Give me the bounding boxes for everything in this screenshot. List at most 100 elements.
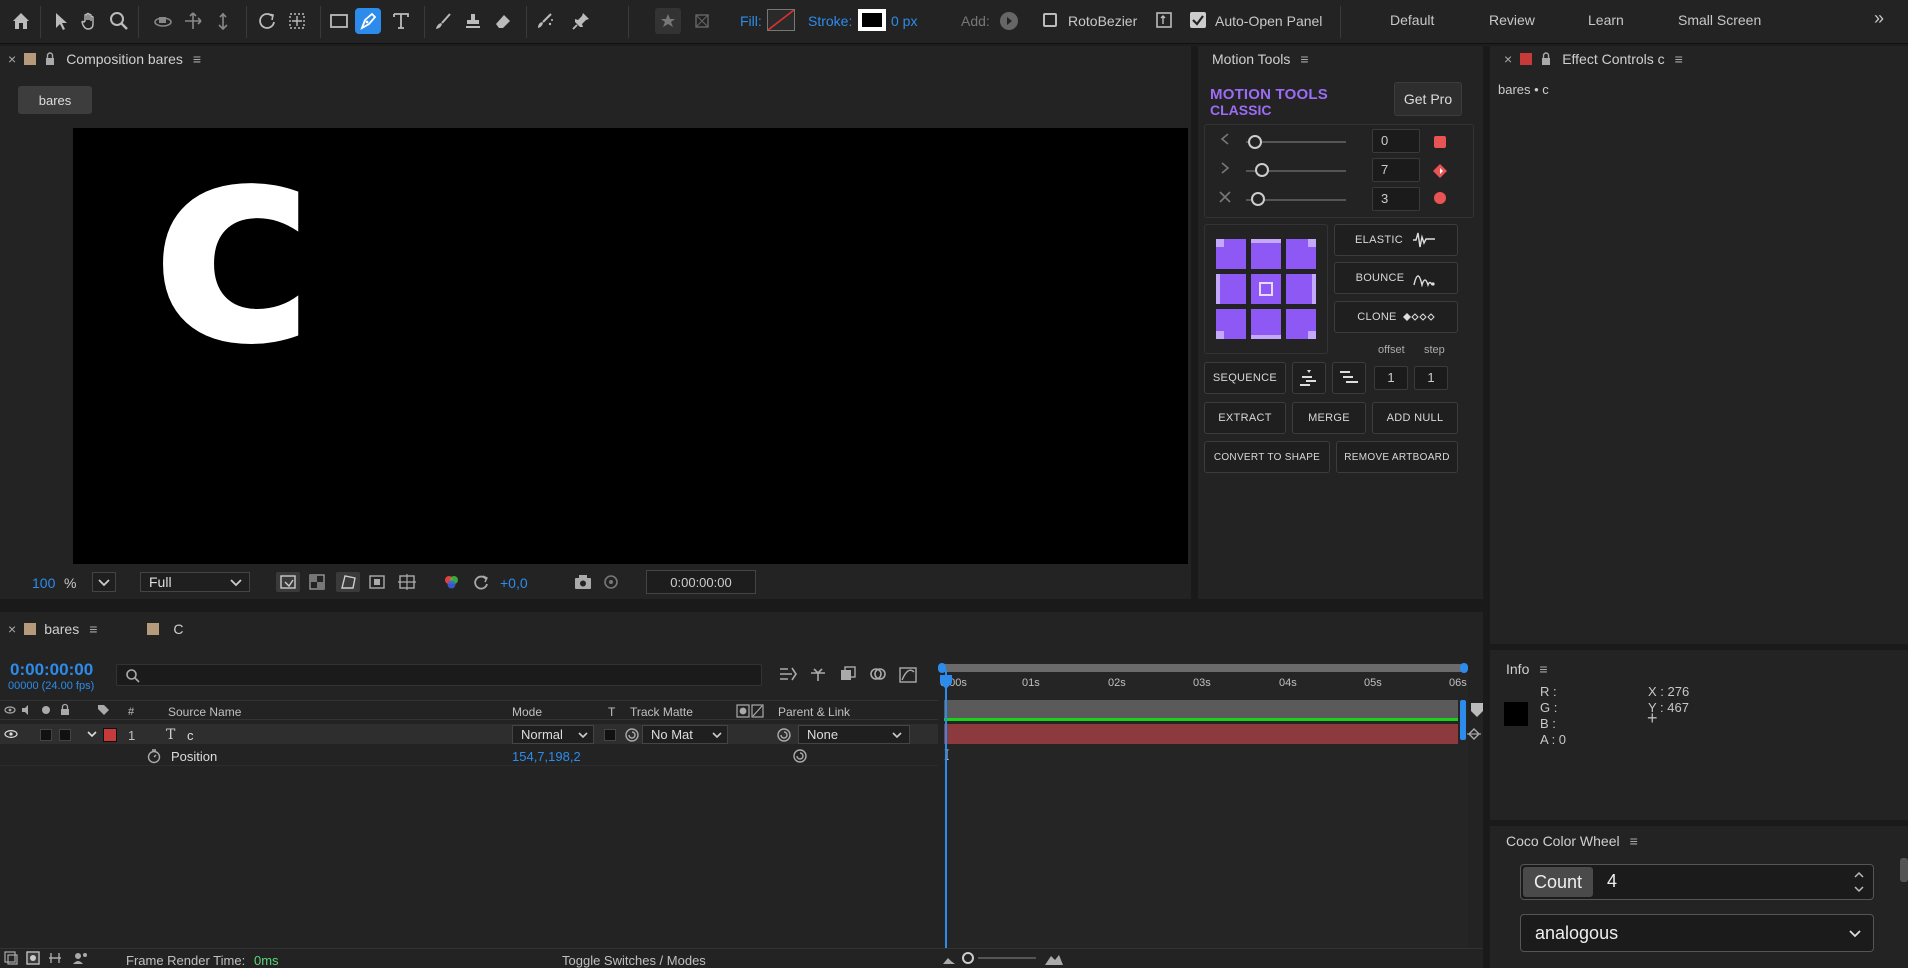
motion-blur-icon[interactable] bbox=[868, 665, 888, 683]
video-toggle-icon[interactable] bbox=[4, 704, 16, 716]
anchor-cell[interactable] bbox=[1216, 239, 1246, 269]
layer-switches-icon[interactable] bbox=[4, 951, 18, 965]
composition-canvas[interactable]: c bbox=[73, 104, 1188, 564]
layer-lock-switch[interactable] bbox=[59, 729, 71, 741]
get-pro-button[interactable]: Get Pro bbox=[1394, 82, 1462, 116]
fill-swatch[interactable] bbox=[767, 9, 795, 31]
region-of-interest-icon[interactable] bbox=[366, 572, 388, 592]
comp-marker-icon[interactable] bbox=[1470, 702, 1484, 718]
panel-menu-icon[interactable]: ≡ bbox=[193, 51, 201, 67]
anchor-cell[interactable] bbox=[1251, 239, 1281, 269]
auto-open-panel-checkbox[interactable] bbox=[1190, 12, 1206, 28]
column-source-name[interactable]: Source Name bbox=[168, 705, 241, 719]
anchor-cell[interactable] bbox=[1216, 274, 1246, 304]
parent-pickwhip-icon[interactable] bbox=[776, 727, 792, 743]
stagger-layers-icon[interactable] bbox=[1332, 362, 1366, 394]
shy-layers-icon[interactable] bbox=[808, 665, 828, 683]
transparency-grid-icon[interactable] bbox=[306, 572, 328, 592]
orbit-camera-icon[interactable] bbox=[150, 8, 176, 34]
stroke-width-value[interactable]: 0 px bbox=[891, 13, 917, 29]
timeline-zoom-slider-knob[interactable] bbox=[962, 952, 974, 964]
render-time-toggle-icon[interactable] bbox=[72, 951, 88, 965]
lock-icon[interactable] bbox=[44, 52, 56, 66]
rotate-tool-icon[interactable] bbox=[254, 8, 280, 34]
fill-label[interactable]: Fill: bbox=[740, 13, 762, 29]
in-out-toggle-icon[interactable] bbox=[48, 951, 62, 965]
clone-stamp-tool-icon[interactable] bbox=[460, 8, 486, 34]
anchor-cell[interactable] bbox=[1251, 274, 1281, 304]
composition-flowchart-icon[interactable] bbox=[778, 665, 798, 683]
playhead-handle[interactable] bbox=[939, 674, 953, 690]
composition-tab[interactable]: bares bbox=[18, 86, 92, 114]
playhead-line[interactable] bbox=[945, 670, 947, 968]
resolution-dropdown[interactable]: Full bbox=[140, 572, 250, 592]
lock-toggle-icon[interactable] bbox=[59, 703, 71, 716]
dolly-camera-icon[interactable] bbox=[210, 8, 236, 34]
fast-preview-icon[interactable] bbox=[276, 572, 300, 592]
panel-menu-icon[interactable]: ≡ bbox=[89, 621, 97, 637]
panel-divider[interactable] bbox=[1483, 46, 1490, 968]
audio-toggle-icon[interactable] bbox=[21, 704, 33, 716]
panel-menu-icon[interactable]: ≡ bbox=[1300, 51, 1308, 67]
ease-both-value[interactable]: 3 bbox=[1372, 187, 1420, 211]
timeline-tab-bares[interactable]: bares bbox=[44, 621, 79, 637]
timeline-tab-c[interactable]: C bbox=[173, 621, 183, 637]
layer-name[interactable]: c bbox=[187, 728, 194, 743]
add-null-button[interactable]: ADD NULL bbox=[1372, 402, 1458, 434]
anchor-point-tool-icon[interactable] bbox=[284, 8, 310, 34]
anchor-cell[interactable] bbox=[1286, 239, 1316, 269]
pen-tool-icon[interactable] bbox=[355, 8, 381, 34]
panel-divider[interactable] bbox=[0, 599, 1483, 612]
toggle-switches-modes-button[interactable]: Toggle Switches / Modes bbox=[562, 953, 706, 968]
rectangle-tool-icon[interactable] bbox=[326, 8, 352, 34]
rotobezier-checkbox[interactable] bbox=[1043, 13, 1057, 27]
zoom-in-mountain-icon[interactable] bbox=[1044, 952, 1064, 966]
roto-brush-tool-icon[interactable] bbox=[532, 8, 558, 34]
stroke-swatch[interactable] bbox=[858, 9, 886, 31]
clone-button[interactable]: CLONE bbox=[1334, 301, 1458, 333]
text-layer-c[interactable]: c bbox=[151, 104, 317, 384]
panel-menu-icon[interactable]: ≡ bbox=[1675, 51, 1683, 67]
panel-menu-icon[interactable]: ≡ bbox=[1630, 833, 1638, 849]
scheme-select[interactable]: analogous bbox=[1520, 914, 1874, 952]
auto-open-panel-icon[interactable] bbox=[1155, 11, 1173, 29]
zoom-tool-icon[interactable] bbox=[106, 8, 132, 34]
expression-pickwhip-icon[interactable] bbox=[792, 748, 808, 764]
zoom-out-mountain-icon[interactable] bbox=[942, 954, 956, 966]
exposure-value[interactable]: +0,0 bbox=[500, 575, 528, 591]
zoom-dropdown[interactable] bbox=[92, 572, 116, 592]
layer-search-input[interactable] bbox=[116, 664, 762, 686]
stopwatch-icon[interactable] bbox=[146, 748, 162, 764]
selection-tool-icon[interactable] bbox=[48, 8, 74, 34]
ease-both-color-dot[interactable] bbox=[1434, 192, 1446, 204]
anchor-point-grid[interactable] bbox=[1216, 239, 1316, 339]
layer-solo-switch[interactable] bbox=[40, 729, 52, 741]
close-icon[interactable]: × bbox=[1504, 51, 1512, 67]
star-icon[interactable] bbox=[655, 8, 681, 34]
column-track-matte[interactable]: Track Matte bbox=[630, 705, 693, 719]
zoom-value[interactable]: 100 bbox=[32, 575, 55, 591]
current-time-display[interactable]: 0:00:00:00 bbox=[646, 570, 756, 594]
close-icon[interactable]: × bbox=[8, 51, 16, 67]
anchor-cell[interactable] bbox=[1286, 274, 1316, 304]
ease-both-slider-knob[interactable] bbox=[1250, 192, 1265, 206]
color-channels-icon[interactable] bbox=[440, 572, 462, 592]
layer-mode-dropdown[interactable]: Normal bbox=[512, 725, 594, 744]
add-dropdown-icon[interactable] bbox=[1000, 12, 1018, 30]
sequence-button[interactable]: SEQUENCE bbox=[1204, 362, 1286, 394]
graph-editor-icon[interactable] bbox=[898, 664, 918, 684]
text-tool-icon[interactable] bbox=[388, 8, 414, 34]
count-field[interactable]: Count 4 bbox=[1520, 864, 1874, 900]
layer-duration-bar[interactable] bbox=[944, 724, 1458, 744]
scrollbar[interactable] bbox=[1900, 858, 1908, 882]
position-value[interactable]: 154,7,198,2 bbox=[512, 749, 581, 764]
extract-button[interactable]: EXTRACT bbox=[1204, 402, 1286, 434]
track-matte-dropdown[interactable]: No Mat bbox=[642, 725, 728, 744]
snapshot-icon[interactable] bbox=[572, 572, 594, 592]
remove-artboard-button[interactable]: REMOVE ARTBOARD bbox=[1336, 441, 1458, 473]
home-icon[interactable] bbox=[8, 8, 34, 34]
workspace-small-screen[interactable]: Small Screen bbox=[1678, 12, 1761, 28]
timeline-current-time[interactable]: 0:00:00:00 bbox=[10, 660, 93, 680]
step-value[interactable]: 1 bbox=[1414, 366, 1448, 390]
stroke-label[interactable]: Stroke: bbox=[808, 13, 852, 29]
